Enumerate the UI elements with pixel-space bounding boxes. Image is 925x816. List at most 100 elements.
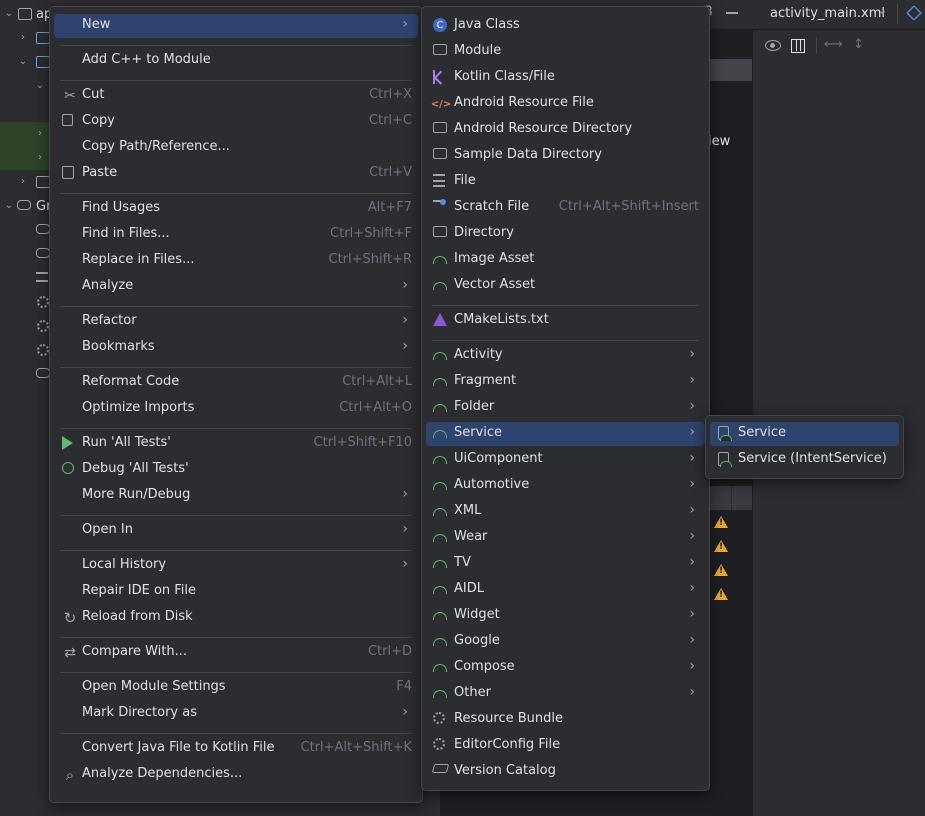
context-menu-item-open-module-settings[interactable]: Open Module Settings F4 xyxy=(54,676,418,700)
text-file-icon xyxy=(36,272,48,282)
toolbar-divider xyxy=(897,4,898,24)
android-icon xyxy=(433,404,447,412)
chevron-down-icon[interactable]: ⌄ xyxy=(3,200,15,212)
context-menu-item-add-c-to-module[interactable]: Add C++ to Module xyxy=(54,49,418,73)
scratch-file-icon xyxy=(433,199,446,212)
warning-icon[interactable]: ! xyxy=(714,516,728,528)
service-icon xyxy=(718,426,732,441)
new-submenu-item-activity[interactable]: Activity › xyxy=(426,344,705,368)
warning-icon[interactable]: ! xyxy=(714,588,728,600)
context-menu-item-open-in[interactable]: Open In › xyxy=(54,519,418,543)
chevron-down-icon[interactable]: ⌄ xyxy=(17,56,29,68)
context-menu-item-replace-in-files[interactable]: Replace in Files... Ctrl+Shift+R xyxy=(54,249,418,273)
new-submenu-item-automotive[interactable]: Automotive › xyxy=(426,474,705,498)
menu-item-label: Service xyxy=(738,425,787,440)
reload-icon xyxy=(62,610,78,626)
new-submenu-item-xml[interactable]: XML › xyxy=(426,500,705,524)
new-submenu-item-cmakelists-txt[interactable]: CMakeLists.txt xyxy=(426,309,705,333)
menu-item-shortcut: Ctrl+Shift+F10 xyxy=(313,435,412,450)
new-submenu-item-version-catalog[interactable]: Version Catalog xyxy=(426,760,705,784)
new-submenu-item-tv[interactable]: TV › xyxy=(426,552,705,576)
context-menu-item-copy-path-reference[interactable]: Copy Path/Reference... xyxy=(54,136,418,160)
new-submenu-item-kotlin-class-file[interactable]: Kotlin Class/File xyxy=(426,66,705,90)
chevron-right-icon[interactable]: › xyxy=(17,32,29,44)
new-submenu-item-image-asset[interactable]: Image Asset xyxy=(426,248,705,272)
context-menu-item-bookmarks[interactable]: Bookmarks › xyxy=(54,336,418,360)
new-submenu-item-module[interactable]: Module xyxy=(426,40,705,64)
new-submenu-item-google[interactable]: Google › xyxy=(426,630,705,654)
chevron-right-icon: › xyxy=(689,554,695,570)
new-submenu-item-java-class[interactable]: C Java Class xyxy=(426,14,705,38)
issues-header xyxy=(708,486,752,510)
new-submenu-item-editorconfig-file[interactable]: EditorConfig File xyxy=(426,734,705,758)
context-menu-item-analyze-dependencies[interactable]: Analyze Dependencies... xyxy=(54,763,418,787)
new-submenu-item-wear[interactable]: Wear › xyxy=(426,526,705,550)
menu-item-label: Version Catalog xyxy=(454,763,556,778)
chevron-right-icon[interactable]: › xyxy=(17,176,29,188)
minimize-icon[interactable] xyxy=(726,12,738,14)
folder-icon xyxy=(433,148,447,159)
chevron-down-icon[interactable]: ⌄ xyxy=(3,8,15,20)
menu-item-label: Resource Bundle xyxy=(454,711,564,726)
context-menu-item-cut[interactable]: Cut Ctrl+X xyxy=(54,84,418,108)
new-submenu-item-resource-bundle[interactable]: Resource Bundle xyxy=(426,708,705,732)
new-submenu-item-other[interactable]: Other › xyxy=(426,682,705,706)
new-submenu-item-widget[interactable]: Widget › xyxy=(426,604,705,628)
new-submenu-item-folder[interactable]: Folder › xyxy=(426,396,705,420)
context-menu-item-local-history[interactable]: Local History › xyxy=(54,554,418,578)
service-submenu-item-service-intentservice[interactable]: Service (IntentService) xyxy=(710,448,899,472)
context-menu-item-run-all-tests[interactable]: Run 'All Tests' Ctrl+Shift+F10 xyxy=(54,432,418,456)
eye-icon[interactable] xyxy=(765,40,781,51)
vertical-resize-icon[interactable]: ↕ xyxy=(853,37,864,52)
menu-item-label: Image Asset xyxy=(454,251,535,266)
new-submenu-item-service[interactable]: Service › xyxy=(426,422,705,446)
new-submenu-item-fragment[interactable]: Fragment › xyxy=(426,370,705,394)
context-menu-item-optimize-imports[interactable]: Optimize Imports Ctrl+Alt+O xyxy=(54,397,418,421)
context-menu-item-compare-with[interactable]: Compare With... Ctrl+D xyxy=(54,641,418,665)
context-menu-item-analyze[interactable]: Analyze › xyxy=(54,275,418,299)
context-menu-item-reload-from-disk[interactable]: Reload from Disk xyxy=(54,606,418,630)
warning-icon[interactable]: ! xyxy=(714,564,728,576)
new-submenu-item-uicomponent[interactable]: UiComponent › xyxy=(426,448,705,472)
new-submenu-item-android-resource-directory[interactable]: Android Resource Directory xyxy=(426,118,705,142)
menu-separator xyxy=(60,550,412,551)
context-menu-item-repair-ide-on-file[interactable]: Repair IDE on File xyxy=(54,580,418,604)
menu-item-label: Open Module Settings xyxy=(82,679,226,694)
new-submenu-item-android-resource-file[interactable]: Android Resource File xyxy=(426,92,705,116)
context-menu-item-mark-directory-as[interactable]: Mark Directory as › xyxy=(54,702,418,726)
chevron-right-icon: › xyxy=(402,486,408,502)
new-submenu-item-sample-data-directory[interactable]: Sample Data Directory xyxy=(426,144,705,168)
new-submenu-item-file[interactable]: File xyxy=(426,170,705,194)
context-menu-item-reformat-code[interactable]: Reformat Code Ctrl+Alt+L xyxy=(54,371,418,395)
new-submenu-item-scratch-file[interactable]: Scratch File Ctrl+Alt+Shift+Insert xyxy=(426,196,705,220)
context-menu-item-new[interactable]: New › xyxy=(54,14,418,38)
new-submenu-item-directory[interactable]: Directory xyxy=(426,222,705,246)
menu-item-shortcut: Ctrl+D xyxy=(367,644,412,659)
menu-item-label: Repair IDE on File xyxy=(82,583,197,598)
split-view-icon[interactable] xyxy=(791,39,805,53)
editor-tab-activity-main[interactable]: activity_main.xml xyxy=(770,6,885,21)
context-menu-item-copy[interactable]: Copy Ctrl+C xyxy=(54,110,418,134)
chevron-right-icon: › xyxy=(402,704,408,720)
context-menu-item-convert-java-file-to-kotlin-file[interactable]: Convert Java File to Kotlin File Ctrl+Alt… xyxy=(54,737,418,761)
resource-file-icon xyxy=(433,96,449,112)
context-menu-item-refactor[interactable]: Refactor › xyxy=(54,310,418,334)
chevron-down-icon[interactable]: ⌄ xyxy=(878,4,887,17)
chevron-down-icon[interactable]: ⌄ xyxy=(34,80,46,92)
horizontal-resize-icon[interactable]: ⟷ xyxy=(824,37,843,52)
folder-icon xyxy=(433,226,447,237)
new-submenu-item-aidl[interactable]: AIDL › xyxy=(426,578,705,602)
context-menu-item-paste[interactable]: Paste Ctrl+V xyxy=(54,162,418,186)
warning-icon[interactable]: ! xyxy=(714,540,728,552)
menu-item-label: Reload from Disk xyxy=(82,609,193,624)
context-menu-item-find-in-files[interactable]: Find in Files... Ctrl+Shift+F xyxy=(54,223,418,247)
context-menu-item-more-run-debug[interactable]: More Run/Debug › xyxy=(54,484,418,508)
new-submenu-item-compose[interactable]: Compose › xyxy=(426,656,705,680)
service-submenu-item-service[interactable]: Service xyxy=(710,422,899,446)
new-submenu-item-vector-asset[interactable]: Vector Asset xyxy=(426,274,705,298)
context-menu-item-find-usages[interactable]: Find Usages Alt+F7 xyxy=(54,197,418,221)
context-menu-item-debug-all-tests[interactable]: Debug 'All Tests' xyxy=(54,458,418,482)
chevron-right-icon[interactable]: › xyxy=(34,128,46,140)
chevron-right-icon[interactable]: › xyxy=(34,152,46,164)
menu-item-label: Fragment xyxy=(454,373,517,388)
